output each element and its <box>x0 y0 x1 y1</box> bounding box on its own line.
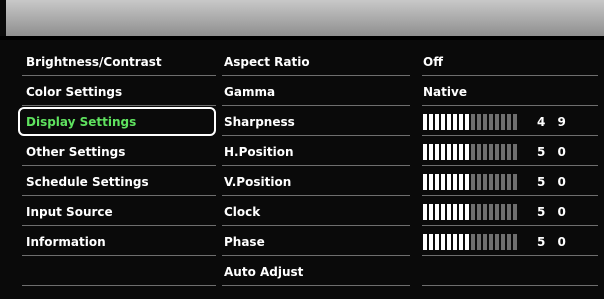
sharpness-slider-fill <box>423 114 471 130</box>
clock-slider-row: 5 0 <box>418 197 598 227</box>
menu-item-empty <box>18 257 216 287</box>
phase-slider-fill <box>423 234 471 250</box>
clock-slider[interactable]: 5 0 <box>423 197 570 227</box>
phase-slider[interactable]: 5 0 <box>423 227 570 257</box>
h-position-slider-track[interactable] <box>423 144 519 160</box>
setting-aspect-ratio[interactable]: Aspect Ratio <box>218 47 410 77</box>
aspect-ratio-value[interactable]: Off <box>418 47 598 77</box>
osd-title-bar <box>6 0 604 36</box>
sharpness-slider-row: 4 9 <box>418 107 598 137</box>
v-position-slider[interactable]: 5 0 <box>423 167 570 197</box>
gamma-value[interactable]: Native <box>418 77 598 107</box>
main-menu: Brightness/Contrast Color Settings Displ… <box>18 47 216 287</box>
h-position-slider-fill <box>423 144 471 160</box>
display-settings-values: Off Native 4 9 5 0 5 0 5 0 5 0 <box>418 47 598 287</box>
menu-item-color-settings[interactable]: Color Settings <box>18 77 216 107</box>
menu-item-display-settings[interactable]: Display Settings <box>18 107 216 136</box>
h-position-value: 5 0 <box>537 145 570 159</box>
menu-item-schedule-settings[interactable]: Schedule Settings <box>18 167 216 197</box>
phase-slider-track[interactable] <box>423 234 519 250</box>
menu-item-input-source[interactable]: Input Source <box>18 197 216 227</box>
phase-value: 5 0 <box>537 235 570 249</box>
v-position-slider-track[interactable] <box>423 174 519 190</box>
v-position-slider-fill <box>423 174 471 190</box>
menu-item-information[interactable]: Information <box>18 227 216 257</box>
setting-gamma[interactable]: Gamma <box>218 77 410 107</box>
v-position-slider-row: 5 0 <box>418 167 598 197</box>
phase-slider-row: 5 0 <box>418 227 598 257</box>
setting-h-position[interactable]: H.Position <box>218 137 410 167</box>
clock-value: 5 0 <box>537 205 570 219</box>
sharpness-slider[interactable]: 4 9 <box>423 107 570 137</box>
auto-adjust-value <box>418 257 598 287</box>
display-settings-items: Aspect Ratio Gamma Sharpness H.Position … <box>218 47 410 287</box>
setting-phase[interactable]: Phase <box>218 227 410 257</box>
menu-item-other-settings[interactable]: Other Settings <box>18 137 216 167</box>
setting-sharpness[interactable]: Sharpness <box>218 107 410 137</box>
h-position-slider-row: 5 0 <box>418 137 598 167</box>
osd-menu-panel: Brightness/Contrast Color Settings Displ… <box>0 40 604 299</box>
clock-slider-track[interactable] <box>423 204 519 220</box>
sharpness-value: 4 9 <box>537 115 570 129</box>
setting-clock[interactable]: Clock <box>218 197 410 227</box>
setting-v-position[interactable]: V.Position <box>218 167 410 197</box>
menu-item-brightness-contrast[interactable]: Brightness/Contrast <box>18 47 216 77</box>
sharpness-slider-track[interactable] <box>423 114 519 130</box>
setting-auto-adjust[interactable]: Auto Adjust <box>218 257 410 287</box>
h-position-slider[interactable]: 5 0 <box>423 137 570 167</box>
v-position-value: 5 0 <box>537 175 570 189</box>
clock-slider-fill <box>423 204 471 220</box>
